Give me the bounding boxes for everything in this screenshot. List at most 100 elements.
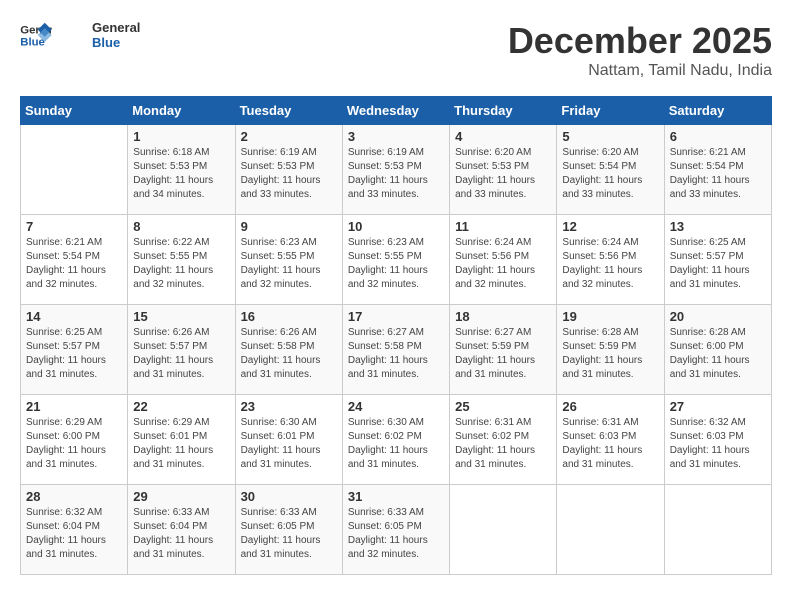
- day-number: 30: [241, 489, 337, 504]
- location: Nattam, Tamil Nadu, India: [508, 62, 772, 80]
- header-saturday: Saturday: [664, 97, 771, 125]
- day-number: 25: [455, 399, 551, 414]
- month-title: December 2025: [508, 20, 772, 62]
- day-number: 17: [348, 309, 444, 324]
- day-info: Sunrise: 6:33 AM Sunset: 6:05 PM Dayligh…: [241, 506, 337, 562]
- calendar-cell: 3 Sunrise: 6:19 AM Sunset: 5:53 PM Daylig…: [342, 125, 449, 215]
- calendar-cell: 7 Sunrise: 6:21 AM Sunset: 5:54 PM Daylig…: [21, 215, 128, 305]
- calendar-table: Sunday Monday Tuesday Wednesday Thursday…: [20, 96, 772, 575]
- calendar-cell: 14 Sunrise: 6:25 AM Sunset: 5:57 PM Dayli…: [21, 305, 128, 395]
- calendar-cell: 24 Sunrise: 6:30 AM Sunset: 6:02 PM Dayli…: [342, 395, 449, 485]
- day-info: Sunrise: 6:27 AM Sunset: 5:58 PM Dayligh…: [348, 326, 444, 382]
- day-info: Sunrise: 6:20 AM Sunset: 5:54 PM Dayligh…: [562, 146, 658, 202]
- day-info: Sunrise: 6:26 AM Sunset: 5:58 PM Dayligh…: [241, 326, 337, 382]
- calendar-cell: 26 Sunrise: 6:31 AM Sunset: 6:03 PM Dayli…: [557, 395, 664, 485]
- header-monday: Monday: [128, 97, 235, 125]
- day-info: Sunrise: 6:32 AM Sunset: 6:03 PM Dayligh…: [670, 416, 766, 472]
- day-number: 26: [562, 399, 658, 414]
- calendar-cell: 9 Sunrise: 6:23 AM Sunset: 5:55 PM Daylig…: [235, 215, 342, 305]
- day-info: Sunrise: 6:18 AM Sunset: 5:53 PM Dayligh…: [133, 146, 229, 202]
- calendar-cell: 19 Sunrise: 6:28 AM Sunset: 5:59 PM Dayli…: [557, 305, 664, 395]
- day-number: 23: [241, 399, 337, 414]
- calendar-cell: 25Sunrise: 6:31 AM Sunset: 6:02 PM Dayli…: [450, 395, 557, 485]
- header-row: Sunday Monday Tuesday Wednesday Thursday…: [21, 97, 772, 125]
- calendar-cell: [21, 125, 128, 215]
- day-number: 31: [348, 489, 444, 504]
- day-number: 18: [455, 309, 551, 324]
- calendar-cell: 20 Sunrise: 6:28 AM Sunset: 6:00 PM Dayli…: [664, 305, 771, 395]
- day-number: 7: [26, 219, 122, 234]
- day-info: Sunrise: 6:27 AM Sunset: 5:59 PM Dayligh…: [455, 326, 551, 382]
- day-number: 12: [562, 219, 658, 234]
- calendar-cell: 8Sunrise: 6:22 AM Sunset: 5:55 PM Daylig…: [128, 215, 235, 305]
- day-number: 29: [133, 489, 229, 504]
- day-number: 16: [241, 309, 337, 324]
- calendar-cell: 4Sunrise: 6:20 AM Sunset: 5:53 PM Daylig…: [450, 125, 557, 215]
- title-block: December 2025 Nattam, Tamil Nadu, India: [508, 20, 772, 80]
- day-number: 20: [670, 309, 766, 324]
- day-number: 13: [670, 219, 766, 234]
- day-info: Sunrise: 6:19 AM Sunset: 5:53 PM Dayligh…: [348, 146, 444, 202]
- calendar-week-1: 1 Sunrise: 6:18 AM Sunset: 5:53 PM Daylig…: [21, 125, 772, 215]
- header-friday: Friday: [557, 97, 664, 125]
- day-info: Sunrise: 6:25 AM Sunset: 5:57 PM Dayligh…: [26, 326, 122, 382]
- day-info: Sunrise: 6:25 AM Sunset: 5:57 PM Dayligh…: [670, 236, 766, 292]
- day-number: 28: [26, 489, 122, 504]
- calendar-cell: 11Sunrise: 6:24 AM Sunset: 5:56 PM Dayli…: [450, 215, 557, 305]
- logo: General Blue General Blue: [20, 20, 140, 50]
- day-number: 6: [670, 129, 766, 144]
- day-number: 2: [241, 129, 337, 144]
- calendar-cell: 17 Sunrise: 6:27 AM Sunset: 5:58 PM Dayli…: [342, 305, 449, 395]
- calendar-cell: [557, 485, 664, 575]
- day-info: Sunrise: 6:26 AM Sunset: 5:57 PM Dayligh…: [133, 326, 229, 382]
- header-tuesday: Tuesday: [235, 97, 342, 125]
- day-info: Sunrise: 6:33 AM Sunset: 6:04 PM Dayligh…: [133, 506, 229, 562]
- day-info: Sunrise: 6:29 AM Sunset: 6:01 PM Dayligh…: [133, 416, 229, 472]
- day-number: 9: [241, 219, 337, 234]
- header-wednesday: Wednesday: [342, 97, 449, 125]
- calendar-week-2: 7 Sunrise: 6:21 AM Sunset: 5:54 PM Daylig…: [21, 215, 772, 305]
- day-info: Sunrise: 6:33 AM Sunset: 6:05 PM Dayligh…: [348, 506, 444, 562]
- day-info: Sunrise: 6:21 AM Sunset: 5:54 PM Dayligh…: [26, 236, 122, 292]
- day-info: Sunrise: 6:23 AM Sunset: 5:55 PM Dayligh…: [348, 236, 444, 292]
- calendar-cell: 16 Sunrise: 6:26 AM Sunset: 5:58 PM Dayli…: [235, 305, 342, 395]
- day-info: Sunrise: 6:30 AM Sunset: 6:02 PM Dayligh…: [348, 416, 444, 472]
- day-info: Sunrise: 6:22 AM Sunset: 5:55 PM Dayligh…: [133, 236, 229, 292]
- day-number: 27: [670, 399, 766, 414]
- calendar-header: Sunday Monday Tuesday Wednesday Thursday…: [21, 97, 772, 125]
- day-number: 5: [562, 129, 658, 144]
- calendar-cell: 5 Sunrise: 6:20 AM Sunset: 5:54 PM Daylig…: [557, 125, 664, 215]
- day-info: Sunrise: 6:31 AM Sunset: 6:03 PM Dayligh…: [562, 416, 658, 472]
- calendar-cell: 28Sunrise: 6:32 AM Sunset: 6:04 PM Dayli…: [21, 485, 128, 575]
- day-info: Sunrise: 6:20 AM Sunset: 5:53 PM Dayligh…: [455, 146, 551, 202]
- day-number: 15: [133, 309, 229, 324]
- day-number: 14: [26, 309, 122, 324]
- header-sunday: Sunday: [21, 97, 128, 125]
- page-header: General Blue General Blue December 2025 …: [20, 20, 772, 80]
- day-info: Sunrise: 6:24 AM Sunset: 5:56 PM Dayligh…: [562, 236, 658, 292]
- calendar-week-5: 28Sunrise: 6:32 AM Sunset: 6:04 PM Dayli…: [21, 485, 772, 575]
- calendar-week-4: 21Sunrise: 6:29 AM Sunset: 6:00 PM Dayli…: [21, 395, 772, 485]
- day-info: Sunrise: 6:29 AM Sunset: 6:00 PM Dayligh…: [26, 416, 122, 472]
- calendar-cell: 1 Sunrise: 6:18 AM Sunset: 5:53 PM Daylig…: [128, 125, 235, 215]
- calendar-body: 1 Sunrise: 6:18 AM Sunset: 5:53 PM Daylig…: [21, 125, 772, 575]
- calendar-cell: 30 Sunrise: 6:33 AM Sunset: 6:05 PM Dayli…: [235, 485, 342, 575]
- calendar-cell: 29 Sunrise: 6:33 AM Sunset: 6:04 PM Dayli…: [128, 485, 235, 575]
- day-info: Sunrise: 6:28 AM Sunset: 5:59 PM Dayligh…: [562, 326, 658, 382]
- header-thursday: Thursday: [450, 97, 557, 125]
- calendar-cell: 27 Sunrise: 6:32 AM Sunset: 6:03 PM Dayli…: [664, 395, 771, 485]
- calendar-cell: [664, 485, 771, 575]
- day-info: Sunrise: 6:23 AM Sunset: 5:55 PM Dayligh…: [241, 236, 337, 292]
- calendar-cell: [450, 485, 557, 575]
- day-number: 24: [348, 399, 444, 414]
- day-number: 10: [348, 219, 444, 234]
- calendar-cell: 12 Sunrise: 6:24 AM Sunset: 5:56 PM Dayli…: [557, 215, 664, 305]
- day-number: 3: [348, 129, 444, 144]
- day-number: 19: [562, 309, 658, 324]
- calendar-cell: 10 Sunrise: 6:23 AM Sunset: 5:55 PM Dayli…: [342, 215, 449, 305]
- calendar-cell: 22Sunrise: 6:29 AM Sunset: 6:01 PM Dayli…: [128, 395, 235, 485]
- day-info: Sunrise: 6:28 AM Sunset: 6:00 PM Dayligh…: [670, 326, 766, 382]
- day-number: 1: [133, 129, 229, 144]
- calendar-cell: 31 Sunrise: 6:33 AM Sunset: 6:05 PM Dayli…: [342, 485, 449, 575]
- calendar-cell: 23Sunrise: 6:30 AM Sunset: 6:01 PM Dayli…: [235, 395, 342, 485]
